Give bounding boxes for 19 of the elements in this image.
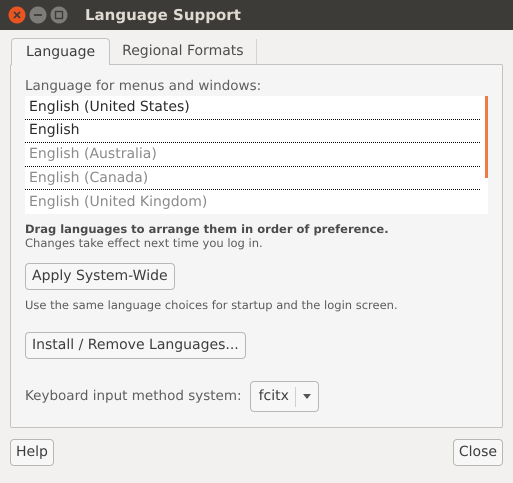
list-label: Language for menus and windows: [25, 77, 262, 95]
install-button[interactable]: Install / Remove Languages... [25, 332, 246, 359]
dialog-button[interactable]: Close [452, 439, 503, 466]
tab[interactable]: Language [11, 38, 110, 65]
apply-button[interactable]: Apply System-Wide [25, 263, 175, 290]
input-method-label: Keyboard input method system: [25, 387, 242, 406]
apply-note: Use the same language choices for startup and the login screen. [25, 298, 399, 313]
input-method-dropdown[interactable]: fcitx [250, 381, 319, 412]
language-item[interactable]: English (United States) [25, 96, 480, 120]
scrollbar-thumb[interactable] [485, 96, 488, 178]
drag-hint: Drag languages to arrange them in order of preference. [25, 222, 390, 236]
dropdown-arrow-icon [302, 394, 311, 399]
maximize-icon[interactable] [50, 6, 68, 24]
window-title: Language Support [85, 4, 241, 26]
changes-note: Changes take effect next time you log in. [25, 236, 264, 251]
language-item[interactable]: English [25, 120, 480, 144]
close-icon[interactable] [8, 6, 26, 24]
minimize-icon[interactable] [29, 6, 47, 24]
dialog-button[interactable]: Help [10, 439, 54, 466]
